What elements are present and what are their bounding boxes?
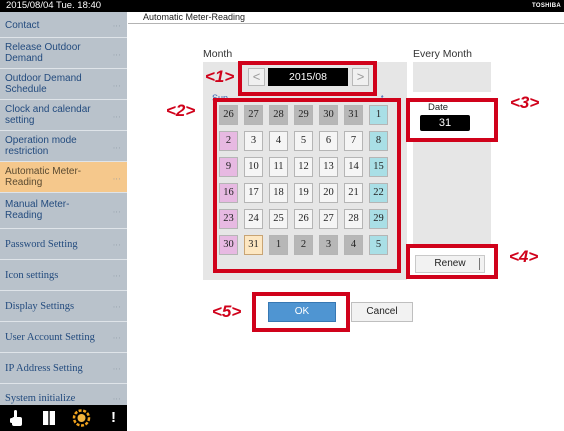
every-month-label: Every Month: [413, 48, 472, 60]
more-dots-icon: ∙∙∙: [112, 50, 121, 59]
sidebar-item-label: Release Outdoor Demand: [5, 42, 81, 64]
sidebar-item-operation-mode-restriction[interactable]: Operation mode restriction ∙∙∙: [0, 131, 127, 162]
page-title: Automatic Meter-Reading: [143, 12, 246, 22]
sidebar-item-automatic-meter-reading[interactable]: Automatic Meter- Reading ∙∙∙: [0, 162, 127, 193]
sidebar-item-label: Operation mode restriction: [5, 135, 77, 157]
sidebar-item-system-initialize[interactable]: System initialize ∙∙∙: [0, 384, 127, 405]
sidebar-item-label: System initialize: [5, 393, 76, 404]
more-dots-icon: ∙∙∙: [112, 271, 121, 280]
more-dots-icon: ∙∙∙: [112, 143, 121, 152]
sidebar-item-label: Outdoor Demand Schedule: [5, 73, 82, 95]
sidebar-item-label: Clock and calendar setting: [5, 104, 91, 126]
annotation-label-3: <3>: [510, 93, 540, 112]
status-bar: 2015/08/04 Tue. 18:40 TOSHIBA: [0, 0, 564, 12]
sidebar-item-label: Manual Meter- Reading: [5, 199, 70, 221]
book-icon[interactable]: [42, 409, 56, 427]
sidebar-item-label: Contact: [5, 20, 40, 31]
month-label: Month: [203, 48, 233, 60]
brand-logo: TOSHIBA: [532, 3, 561, 9]
alert-icon[interactable]: !: [111, 409, 119, 427]
sidebar-item-contact[interactable]: Contact ∙∙∙: [0, 12, 127, 38]
annotation-label-1: <1>: [205, 67, 235, 86]
sidebar-item-ip-address-setting[interactable]: IP Address Setting ∙∙∙: [0, 353, 127, 384]
sidebar-item-icon-settings[interactable]: Icon settings ∙∙∙: [0, 260, 127, 291]
sidebar-item-label: Password Setting: [5, 239, 78, 250]
sidebar-menu: Contact ∙∙∙ Release Outdoor Demand ∙∙∙ Ou…: [0, 12, 127, 405]
more-dots-icon: ∙∙∙: [112, 81, 121, 90]
highlight-box-5: [252, 292, 350, 332]
annotation-label-4: <4>: [509, 247, 539, 266]
more-dots-icon: ∙∙∙: [112, 112, 121, 121]
sidebar-item-label: Automatic Meter- Reading: [5, 166, 82, 188]
highlight-box-3: [406, 98, 498, 142]
sun-icon[interactable]: [72, 409, 91, 427]
more-dots-icon: ∙∙∙: [112, 21, 121, 30]
every-month-lower-panel: [413, 142, 491, 248]
sidebar-item-label: Icon settings: [5, 270, 59, 281]
more-dots-icon: ∙∙∙: [112, 174, 121, 183]
hand-pointer-icon[interactable]: [10, 409, 24, 427]
more-dots-icon: ∙∙∙: [112, 394, 121, 403]
sidebar-item-release-outdoor-demand[interactable]: Release Outdoor Demand ∙∙∙: [0, 38, 127, 69]
sidebar-item-password-setting[interactable]: Password Setting ∙∙∙: [0, 229, 127, 260]
title-divider: [128, 23, 564, 24]
sidebar-item-label: IP Address Setting: [5, 363, 83, 374]
more-dots-icon: ∙∙∙: [112, 333, 121, 342]
annotation-label-2: <2>: [166, 101, 196, 120]
more-dots-icon: ∙∙∙: [112, 302, 121, 311]
cancel-button[interactable]: Cancel: [351, 302, 413, 322]
more-dots-icon: ∙∙∙: [112, 364, 121, 373]
sidebar-item-label: Display Settings: [5, 301, 75, 312]
highlight-box-2: [213, 98, 401, 273]
sidebar-item-label: User Account Setting: [5, 332, 95, 343]
highlight-box-1: [238, 61, 377, 96]
more-dots-icon: ∙∙∙: [112, 207, 121, 216]
sidebar-item-clock-calendar[interactable]: Clock and calendar setting ∙∙∙: [0, 100, 127, 131]
more-dots-icon: ∙∙∙: [112, 240, 121, 249]
sidebar-item-user-account-setting[interactable]: User Account Setting ∙∙∙: [0, 322, 127, 353]
sidebar-item-manual-meter-reading[interactable]: Manual Meter- Reading ∙∙∙: [0, 193, 127, 229]
annotation-label-5: <5>: [212, 302, 242, 321]
sidebar-item-display-settings[interactable]: Display Settings ∙∙∙: [0, 291, 127, 322]
highlight-box-4: [406, 244, 498, 279]
sidebar-item-outdoor-demand-schedule[interactable]: Outdoor Demand Schedule ∙∙∙: [0, 69, 127, 100]
every-month-panel: [413, 62, 491, 92]
datetime-display: 2015/08/04 Tue. 18:40: [6, 0, 102, 11]
bottom-toolbar: !: [0, 405, 127, 431]
